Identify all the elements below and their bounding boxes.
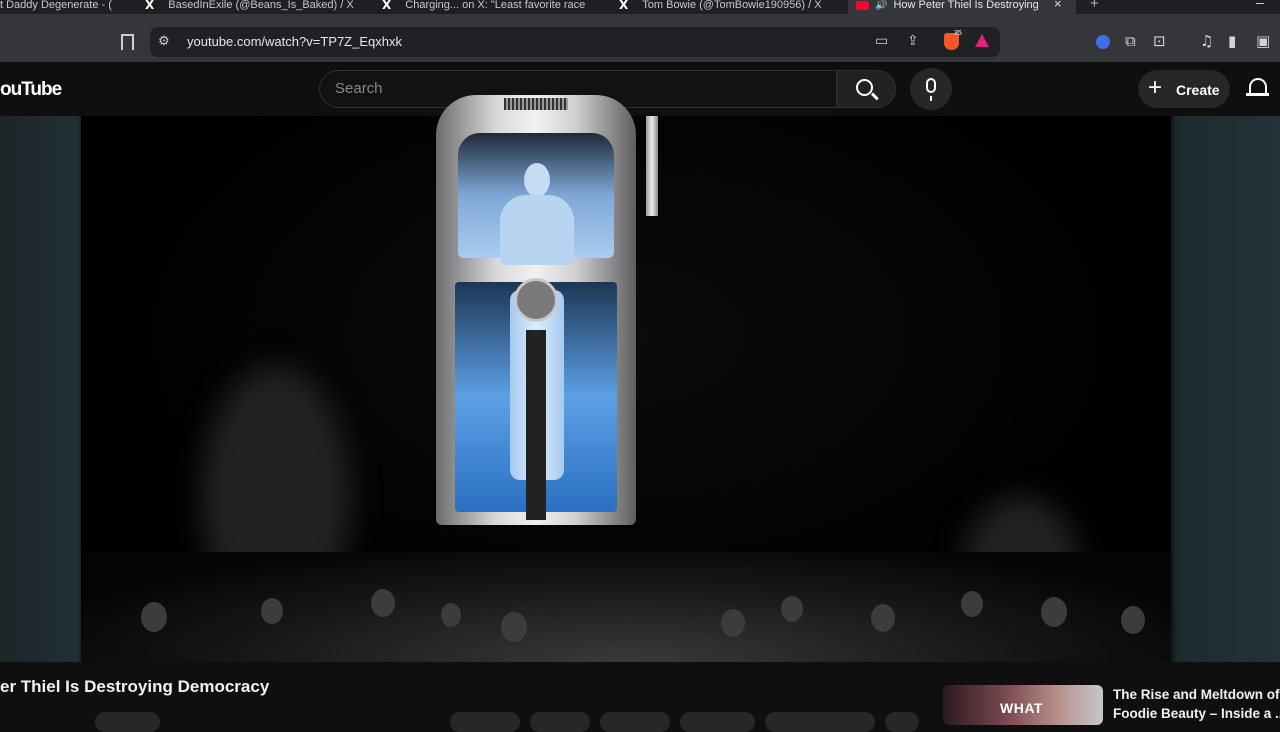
new-tab-button[interactable]: + bbox=[1090, 0, 1099, 12]
tab-daddy-degenerate[interactable]: t Daddy Degenerate - ( bbox=[0, 0, 120, 14]
minimize-window-button[interactable]: – bbox=[1256, 0, 1264, 10]
speaker-icon: 🔊 bbox=[875, 0, 888, 11]
brave-rewards-icon[interactable] bbox=[975, 34, 989, 47]
search-icon bbox=[856, 79, 873, 96]
youtube-icon bbox=[856, 0, 869, 10]
crowd bbox=[81, 552, 1171, 662]
tab-charging[interactable]: X Charging... on X: "Least favorite race bbox=[382, 0, 594, 14]
browser-tab-strip: t Daddy Degenerate - ( X BasedInExile (@… bbox=[0, 0, 1280, 14]
pod-knob bbox=[514, 278, 558, 322]
microphone-icon bbox=[926, 78, 936, 101]
pod-vent bbox=[504, 98, 568, 110]
figure-torso bbox=[500, 195, 574, 265]
x-logo-icon: X bbox=[145, 0, 155, 12]
create-label: Create bbox=[1176, 82, 1220, 98]
screenshot-icon[interactable]: ⊡ bbox=[1153, 32, 1166, 50]
share-button[interactable] bbox=[600, 712, 670, 732]
clip-button[interactable] bbox=[765, 712, 875, 732]
share-icon[interactable]: ⇪ bbox=[907, 33, 919, 49]
youtube-logo[interactable]: ouTube bbox=[0, 79, 62, 101]
channel-avatar-button[interactable] bbox=[95, 712, 160, 732]
sidebar-icon[interactable]: ▮ bbox=[1228, 32, 1236, 50]
notifications-bell-icon[interactable] bbox=[1246, 78, 1269, 96]
tab-label: BasedInExile (@Beans_Is_Baked) / X bbox=[168, 0, 354, 11]
x-logo-icon: X bbox=[382, 0, 392, 12]
dislike-button[interactable] bbox=[530, 712, 590, 732]
wallet-icon[interactable]: ▣ bbox=[1256, 32, 1270, 50]
tab-label: Charging... on X: "Least favorite race bbox=[405, 0, 586, 11]
close-tab-icon[interactable]: × bbox=[1054, 0, 1062, 11]
more-actions-button[interactable] bbox=[885, 712, 919, 732]
tab-label: t Daddy Degenerate - ( bbox=[0, 0, 112, 11]
media-controls-icon[interactable]: ♫ bbox=[1200, 32, 1213, 50]
bookmark-icon[interactable] bbox=[121, 34, 134, 54]
brave-shields-count: 35 bbox=[954, 30, 962, 37]
like-button[interactable] bbox=[450, 712, 520, 732]
tab-peter-thiel-video[interactable]: 🔊 How Peter Thiel Is Destroying bbox=[848, 0, 1076, 14]
site-info-icon[interactable]: ⚙ bbox=[158, 33, 170, 49]
tab-label: Tom Bowie (@TomBowie190956) / X bbox=[642, 0, 822, 11]
tab-label: How Peter Thiel Is Destroying bbox=[893, 0, 1039, 11]
tab-tom-bowie[interactable]: X Tom Bowie (@TomBowie190956) / X bbox=[619, 0, 831, 14]
cast-icon[interactable]: ▭ bbox=[875, 33, 888, 49]
x-logo-icon: X bbox=[619, 0, 629, 12]
extensions-puzzle-icon[interactable]: ⧉ bbox=[1125, 32, 1136, 50]
recommendation-title-continued[interactable]: Foodie Beauty – Inside a ... bbox=[1113, 706, 1280, 721]
search-placeholder: Search bbox=[335, 80, 383, 97]
recommendation-title[interactable]: The Rise and Meltdown of bbox=[1113, 687, 1280, 702]
figure-head bbox=[524, 163, 550, 197]
pod-rail-right bbox=[646, 116, 658, 216]
plus-icon: + bbox=[1148, 74, 1163, 101]
pod-center-divider bbox=[526, 330, 546, 520]
extension-icon[interactable] bbox=[1096, 35, 1110, 49]
tab-basedinexile[interactable]: X BasedInExile (@Beans_Is_Baked) / X bbox=[145, 0, 355, 14]
recommendation-thumbnail-text: WHAT bbox=[1000, 700, 1043, 716]
download-button[interactable] bbox=[680, 712, 755, 732]
video-title: er Thiel Is Destroying Democracy bbox=[0, 677, 270, 696]
url-text[interactable]: youtube.com/watch?v=TP7Z_Eqxhxk bbox=[187, 34, 402, 49]
